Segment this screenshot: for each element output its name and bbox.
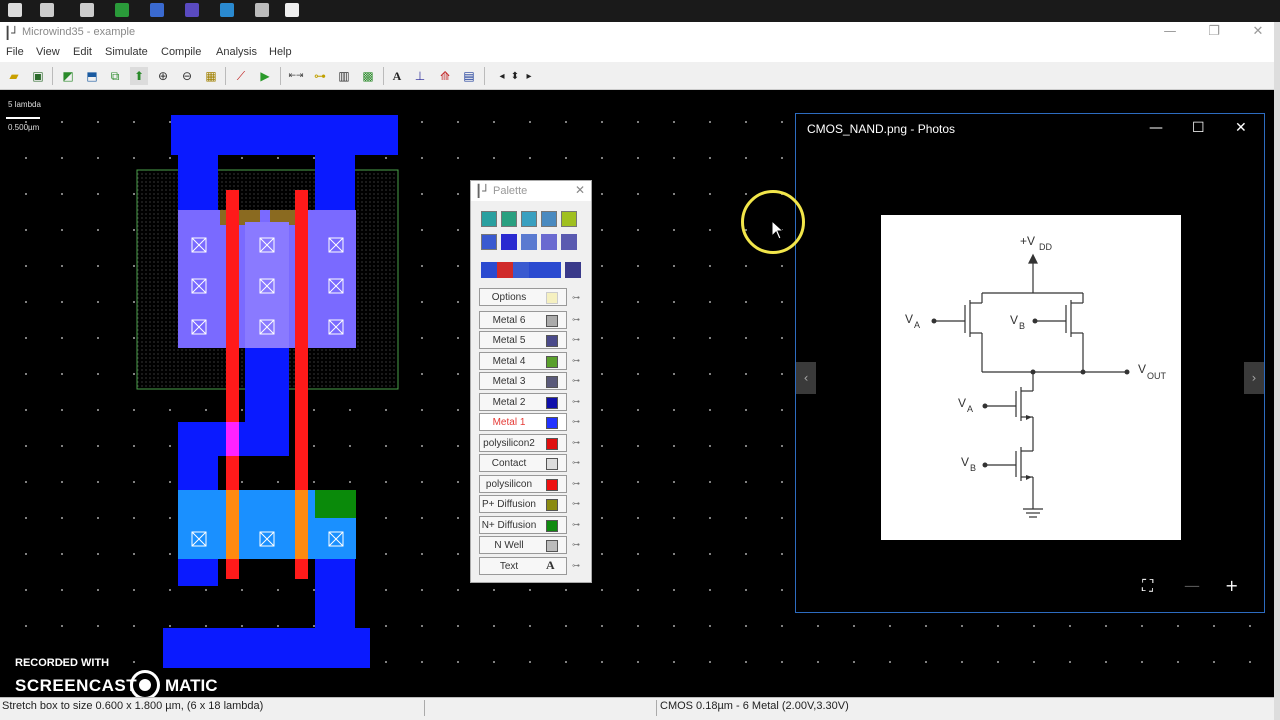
vb-subscript-pmos: B [1019,321,1025,331]
lock-icon[interactable]: ⊶ [572,397,584,406]
lock-icon[interactable]: ⊶ [572,458,584,467]
zoom-in-icon[interactable]: + [1225,576,1238,595]
watermark-brand-left: SCREENCAST [15,676,138,695]
vdd-label: +V [1020,234,1035,248]
layer-n-diffusion[interactable]: N+ Diffusion [479,516,567,534]
layer-n-well[interactable]: N Well [479,536,567,554]
palette-titlebar[interactable]: ┃┘ Palette ✕ [471,181,591,201]
vdd-strap-right[interactable] [315,155,355,213]
layer-polysilicon[interactable]: polysilicon [479,475,567,493]
layer-metal6[interactable]: Metal 6 [479,311,567,329]
photos-title: CMOS_NAND.png - Photos [807,122,956,136]
previous-image-button[interactable]: ‹ [796,362,816,394]
visible-tool-icon[interactable] [565,262,581,278]
poly-metal-overlap [226,422,239,456]
photos-minimize-icon[interactable]: — [1149,120,1163,136]
gnd-strap[interactable] [315,559,355,629]
inductor-tool-icon[interactable] [561,234,577,250]
via3-tool-icon[interactable] [521,211,537,227]
va-subscript-nmos: A [967,404,973,414]
photos-close-icon[interactable]: ✕ [1235,120,1247,136]
status-technology: CMOS 0.18µm - 6 Metal (2.00V,3.30V) [660,700,849,712]
nmos-gate-b-channel [295,490,308,559]
cmos-nand-schematic: +V DD V A V B V OUT V A V B [881,215,1181,540]
layer-metal1[interactable]: Metal 1 [479,413,567,431]
va-label-nmos: V [958,396,966,410]
lock-icon[interactable]: ⊶ [572,499,584,508]
via5-tool-icon[interactable] [561,211,577,227]
status-left: Stretch box to size 0.600 x 1.800 µm, (6… [2,700,264,712]
vss-tool-icon[interactable] [497,262,513,278]
va-subscript-pmos: A [914,320,920,330]
gnd-rail-metal1[interactable] [163,628,370,668]
photos-maximize-icon[interactable]: ☐ [1192,120,1205,136]
vb-subscript-nmos: B [970,463,976,473]
next-image-button[interactable]: › [1244,362,1264,394]
lock-icon[interactable]: ⊶ [572,417,584,426]
pmos-mid-metal[interactable] [245,222,289,348]
lock-icon[interactable]: ⊶ [572,438,584,447]
vout-subscript: OUT [1147,371,1167,381]
fit-to-window-icon[interactable]: ⛶ [1142,576,1153,596]
layer-metal2[interactable]: Metal 2 [479,393,567,411]
n-diffusion[interactable] [315,490,356,518]
lock-icon[interactable]: ⊶ [572,520,584,529]
mouse-cursor-icon [771,220,785,240]
vout-label: V [1138,362,1146,376]
photos-window[interactable]: CMOS_NAND.png - Photos — ☐ ✕ ‹ › +V DD V… [795,113,1265,613]
via2-tool-icon[interactable] [501,211,517,227]
lock-icon[interactable]: ⊶ [572,315,584,324]
lock-icon[interactable]: ⊶ [572,376,584,385]
watermark-brand-right: MATIC [165,676,218,695]
lock-icon[interactable]: ⊶ [572,293,584,302]
vdd-strap-left[interactable] [178,155,218,213]
vdd-tool-icon[interactable] [481,262,497,278]
via-tool-icon[interactable] [481,211,497,227]
lock-icon[interactable]: ⊶ [572,356,584,365]
pulse-tool-icon[interactable] [529,262,545,278]
lock-icon[interactable]: ⊶ [572,561,584,570]
vdd-subscript: DD [1039,242,1052,252]
watermark-recorded-with: RECORDED WITH [15,657,110,669]
lock-icon[interactable]: ⊶ [572,540,584,549]
layer-options[interactable]: Options [479,288,567,306]
vb-label-pmos: V [1010,313,1018,327]
vb-label-nmos: V [961,455,969,469]
palette-title: Palette [493,185,528,197]
status-bar: Stretch box to size 0.600 x 1.800 µm, (6… [0,697,1274,720]
lock-icon[interactable]: ⊶ [572,335,584,344]
layer-metal4[interactable]: Metal 4 [479,352,567,370]
clock-tool-icon[interactable] [513,262,529,278]
layer-metal5[interactable]: Metal 5 [479,331,567,349]
zoom-out-icon[interactable]: — [1184,576,1200,595]
palette-app-icon: ┃┘ [475,184,490,198]
lock-icon[interactable]: ⊶ [572,479,584,488]
capacitor-tool-icon[interactable] [521,234,537,250]
sinus-tool-icon[interactable] [545,262,561,278]
layer-p-diffusion[interactable]: P+ Diffusion [479,495,567,513]
palette-window[interactable]: ┃┘ Palette ✕ Options Metal 6 Metal 5 Met… [470,180,592,583]
palette-close-icon[interactable]: ✕ [575,183,585,197]
text-a-icon: A [546,558,555,572]
screencast-logo-icon [130,670,160,700]
vdd-rail-metal1[interactable] [171,115,398,155]
schematic-drawing: +V DD V A V B V OUT V A V B [905,234,1167,518]
layer-text[interactable]: Text A [479,557,567,575]
output-metal1[interactable] [245,348,289,456]
layer-metal3[interactable]: Metal 3 [479,372,567,390]
screen: ┃┘ Microwind35 - example — ❐ ✕ File View… [0,0,1280,720]
nmos-tool-icon[interactable] [481,234,497,250]
va-label-pmos: V [905,312,913,326]
layer-polysilicon2[interactable]: polysilicon2 [479,434,567,452]
nmos-gate-a-channel [226,490,239,559]
resistor-tool-icon[interactable] [541,234,557,250]
vertical-scrollbar[interactable] [1274,22,1280,720]
layer-contact[interactable]: Contact [479,454,567,472]
via4-tool-icon[interactable] [541,211,557,227]
pmos-tool-icon[interactable] [501,234,517,250]
